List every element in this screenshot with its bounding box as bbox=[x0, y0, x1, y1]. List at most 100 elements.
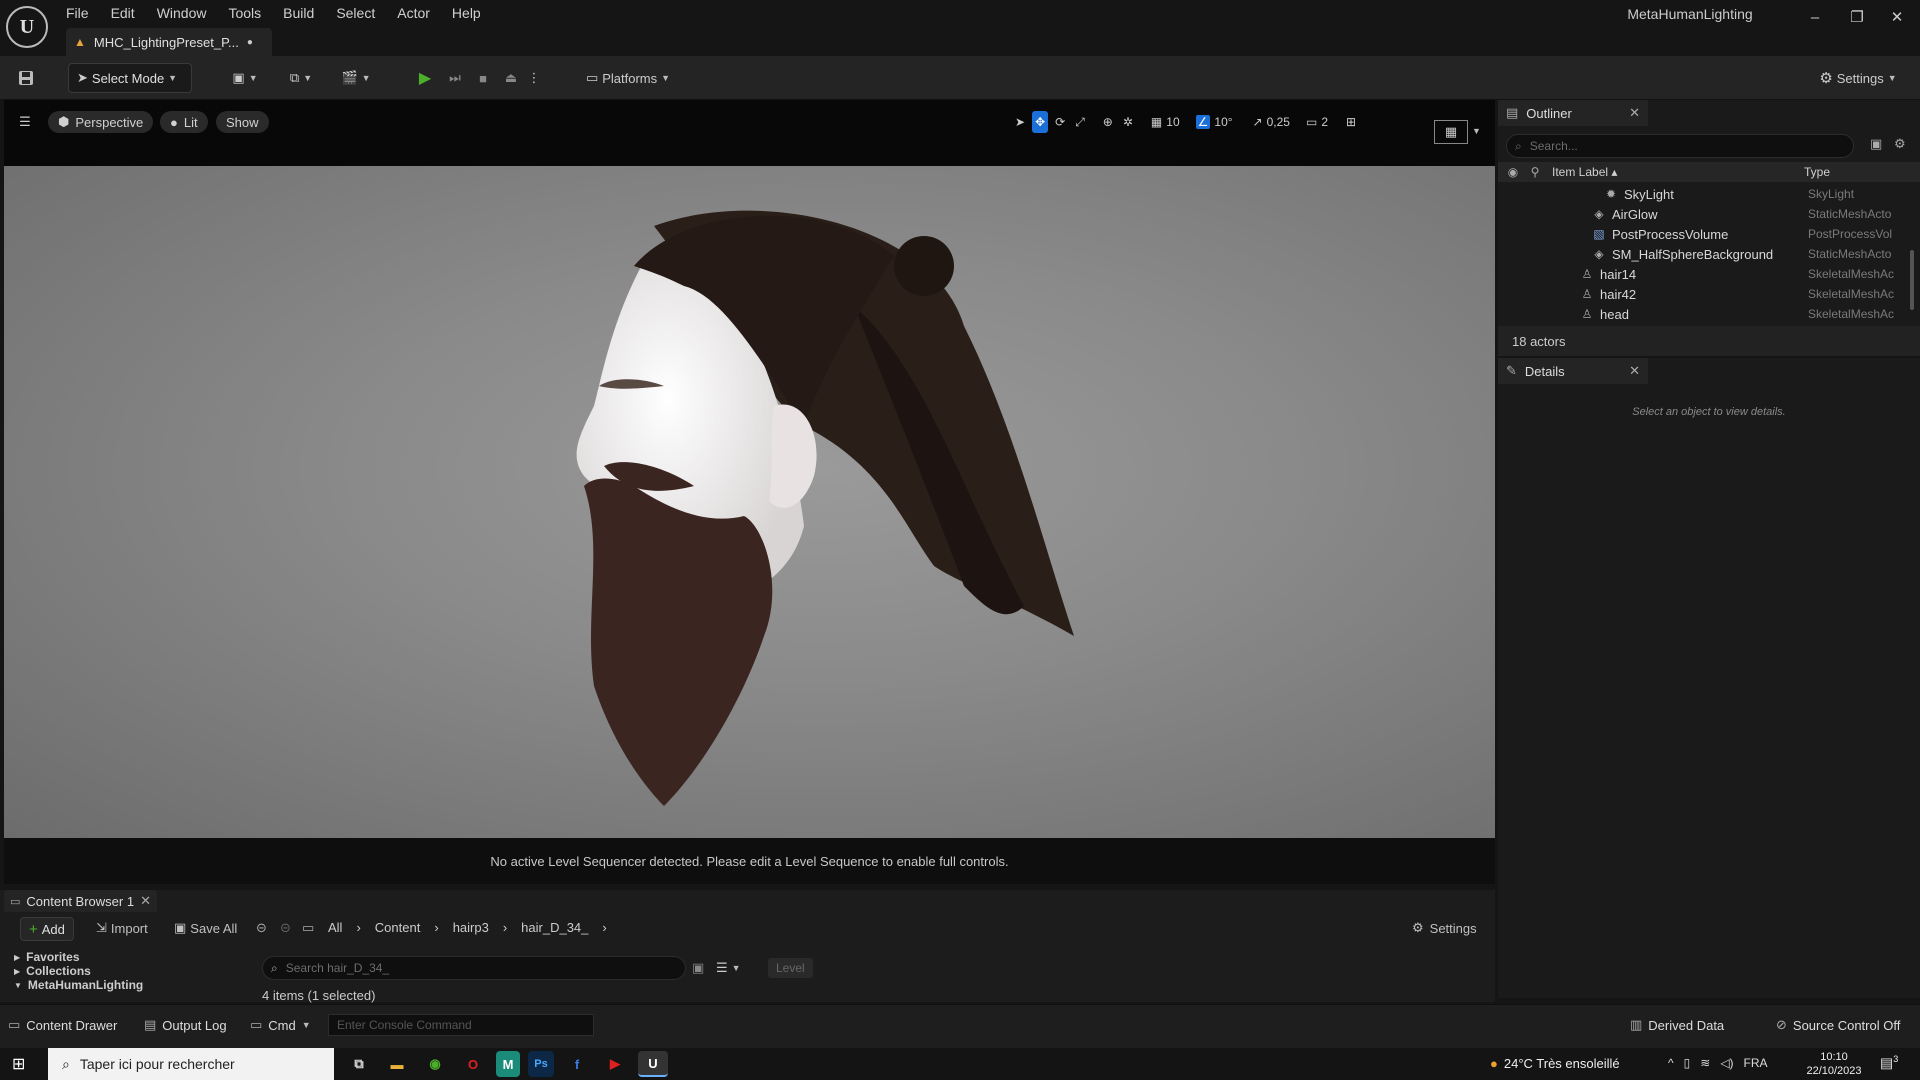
scene-render[interactable] bbox=[4, 166, 1495, 838]
device-icon[interactable]: ▯ bbox=[1684, 1056, 1691, 1070]
clock[interactable]: 10:10 22/10/2023 bbox=[1792, 1050, 1876, 1078]
camera-speed-button[interactable]: ▭ 2 bbox=[1303, 111, 1331, 133]
volume-icon[interactable]: ◁) bbox=[1720, 1056, 1733, 1070]
show-button[interactable]: Show bbox=[216, 111, 269, 133]
task-view-icon[interactable]: ⧉ bbox=[344, 1051, 374, 1077]
world-space-icon[interactable]: ⊕ bbox=[1100, 111, 1116, 133]
breadcrumb-all[interactable]: All bbox=[328, 920, 342, 935]
details-tab[interactable]: ✎ Details ✕ bbox=[1498, 358, 1648, 384]
settings-dropdown[interactable]: ⚙ Settings ▼ bbox=[1810, 63, 1906, 93]
photoshop-icon[interactable]: Ps bbox=[528, 1051, 554, 1077]
facebook-icon[interactable]: f bbox=[562, 1051, 592, 1077]
pin-icon[interactable]: ⚲ bbox=[1528, 165, 1542, 179]
close-tab-icon[interactable]: ✕ bbox=[140, 893, 151, 909]
step-icon[interactable]: ⏭ bbox=[442, 63, 468, 93]
chevron-down-icon[interactable]: ▼ bbox=[1472, 126, 1481, 136]
breadcrumb-hair-d-34[interactable]: hair_D_34_ bbox=[521, 920, 588, 935]
opera-icon[interactable]: O bbox=[458, 1051, 488, 1077]
lit-button[interactable]: ● Lit bbox=[160, 111, 208, 133]
item-label-column[interactable]: Item Label ▴ bbox=[1552, 165, 1617, 179]
save-search-icon[interactable]: ▣ bbox=[692, 960, 704, 976]
translate-tool-icon[interactable]: ✥ bbox=[1032, 111, 1049, 133]
taskbar-search-box[interactable]: ⌕ Taper ici pour rechercher bbox=[48, 1048, 334, 1080]
output-log-button[interactable]: ▤ Output Log bbox=[144, 1017, 227, 1033]
save-all-button[interactable]: ▣ Save All bbox=[174, 920, 237, 936]
outliner-row-postprocessvolume[interactable]: ▧ PostProcessVolume PostProcessVol bbox=[1498, 224, 1920, 244]
content-browser-tab[interactable]: ▭ Content Browser 1 ✕ bbox=[4, 890, 157, 912]
breadcrumb-content[interactable]: Content bbox=[375, 920, 421, 935]
save-icon[interactable] bbox=[12, 63, 40, 93]
outliner-row-hair42[interactable]: ♙ hair42 SkeletalMeshAc bbox=[1498, 284, 1920, 304]
outliner-row-hair14[interactable]: ♙ hair14 SkeletalMeshAc bbox=[1498, 264, 1920, 284]
outliner-tab[interactable]: ▤ Outliner ✕ bbox=[1498, 100, 1648, 126]
notification-icon[interactable]: ▤3 bbox=[1880, 1054, 1898, 1072]
outliner-row-airglow[interactable]: ◈ AirGlow StaticMeshActo bbox=[1498, 204, 1920, 224]
tray-expand-icon[interactable]: ^ bbox=[1668, 1056, 1674, 1070]
weather-widget[interactable]: ● 24°C Très ensoleillé bbox=[1490, 1056, 1620, 1071]
select-tool-icon[interactable]: ➤ bbox=[1012, 111, 1028, 133]
restore-icon[interactable]: ❐ bbox=[1842, 6, 1872, 28]
close-window-icon[interactable]: ✕ bbox=[1882, 6, 1912, 28]
hamburger-menu-icon[interactable]: ☰ bbox=[14, 111, 36, 133]
menu-select[interactable]: Select bbox=[336, 3, 387, 23]
cinematics-button[interactable]: 🎬 ▼ bbox=[336, 63, 376, 93]
cmd-dropdown[interactable]: ▭ Cmd ▼ bbox=[250, 1017, 311, 1033]
grid-snap-button[interactable]: ▦ 10 bbox=[1148, 111, 1183, 133]
import-button[interactable]: ⇲ Import bbox=[96, 920, 148, 936]
metahuman-app-icon[interactable]: M bbox=[496, 1051, 520, 1077]
play-options-icon[interactable]: ⋮ bbox=[526, 63, 542, 93]
layout-grid-icon[interactable]: ▦ bbox=[1434, 120, 1468, 144]
windows-start-icon[interactable]: ⊞ bbox=[12, 1054, 25, 1074]
unreal-taskbar-icon[interactable]: U bbox=[638, 1051, 668, 1077]
add-button[interactable]: + Add bbox=[20, 917, 74, 941]
language-indicator[interactable]: FRA bbox=[1744, 1056, 1768, 1070]
source-control-button[interactable]: ⊘ Source Control Off bbox=[1776, 1017, 1900, 1033]
breadcrumb-hairp3[interactable]: hairp3 bbox=[453, 920, 489, 935]
add-actor-button[interactable]: ▣ ▼ bbox=[226, 63, 264, 93]
tree-metahumanlighting[interactable]: ▼ MetaHumanLighting bbox=[6, 978, 246, 992]
unreal-logo-icon[interactable]: U bbox=[6, 6, 48, 48]
menu-tools[interactable]: Tools bbox=[228, 3, 273, 23]
level-viewport[interactable]: ☰ ⬢ Perspective ● Lit Show ➤ ✥ ⟳ ⤢ ⊕ ✲ ▦… bbox=[4, 100, 1495, 884]
menu-actor[interactable]: Actor bbox=[397, 3, 442, 23]
content-drawer-button[interactable]: ▭ Content Drawer bbox=[8, 1017, 117, 1033]
scale-snap-button[interactable]: ↗ 0,25 bbox=[1250, 111, 1293, 133]
minimize-icon[interactable]: – bbox=[1800, 6, 1830, 28]
menu-file[interactable]: File bbox=[66, 3, 101, 23]
filter-dropdown[interactable]: ☰ ▼ bbox=[716, 960, 741, 976]
scale-tool-icon[interactable]: ⤢ bbox=[1072, 111, 1088, 133]
filter-chip-level[interactable]: Level bbox=[768, 958, 813, 978]
outliner-row-halfsphere[interactable]: ◈ SM_HalfSphereBackground StaticMeshActo bbox=[1498, 244, 1920, 264]
chrome-icon[interactable]: ◉ bbox=[420, 1051, 450, 1077]
back-arrow-icon[interactable]: ⊝ bbox=[256, 920, 267, 936]
outliner-row-head[interactable]: ♙ head SkeletalMeshAc bbox=[1498, 304, 1920, 324]
file-explorer-icon[interactable]: ▬ bbox=[382, 1051, 412, 1077]
document-tab[interactable]: ▲ MHC_LightingPreset_P... ● bbox=[66, 28, 272, 56]
outliner-row-skylight[interactable]: ✹ SkyLight SkyLight bbox=[1498, 184, 1920, 204]
outliner-settings-icon[interactable]: ⚙ bbox=[1894, 136, 1906, 152]
rotate-tool-icon[interactable]: ⟳ bbox=[1052, 111, 1068, 133]
outliner-search-input[interactable]: ⌕ Search... bbox=[1506, 134, 1854, 158]
wifi-icon[interactable]: ≋ bbox=[1700, 1056, 1710, 1070]
content-settings-button[interactable]: ⚙ Settings bbox=[1412, 920, 1477, 936]
console-command-input[interactable]: Enter Console Command bbox=[328, 1014, 594, 1036]
menu-build[interactable]: Build bbox=[283, 3, 326, 23]
menu-edit[interactable]: Edit bbox=[111, 3, 147, 23]
tree-collections[interactable]: ▶ Collections bbox=[6, 964, 246, 978]
blueprint-button[interactable]: ⧉ ▼ bbox=[282, 63, 320, 93]
select-mode-dropdown[interactable]: ➤ Select Mode ▼ bbox=[68, 63, 192, 93]
rotation-snap-button[interactable]: ∠ 10° bbox=[1193, 111, 1236, 133]
stop-icon[interactable]: ■ bbox=[470, 63, 496, 93]
outliner-scrollbar-thumb[interactable] bbox=[1910, 250, 1914, 310]
close-tab-icon[interactable]: ✕ bbox=[1629, 105, 1640, 121]
surface-snap-icon[interactable]: ✲ bbox=[1120, 111, 1136, 133]
maximize-viewport-icon[interactable]: ⊞ bbox=[1343, 111, 1359, 133]
new-folder-icon[interactable]: ▣ bbox=[1870, 136, 1882, 152]
eject-icon[interactable]: ⏏ bbox=[498, 63, 524, 93]
perspective-button[interactable]: ⬢ Perspective bbox=[48, 111, 154, 133]
menu-help[interactable]: Help bbox=[452, 3, 493, 23]
type-column[interactable]: Type bbox=[1804, 165, 1830, 179]
youtube-icon[interactable]: ▶ bbox=[600, 1051, 630, 1077]
eye-icon[interactable]: ◉ bbox=[1506, 165, 1520, 179]
forward-arrow-icon[interactable]: ⊝ bbox=[280, 920, 291, 936]
